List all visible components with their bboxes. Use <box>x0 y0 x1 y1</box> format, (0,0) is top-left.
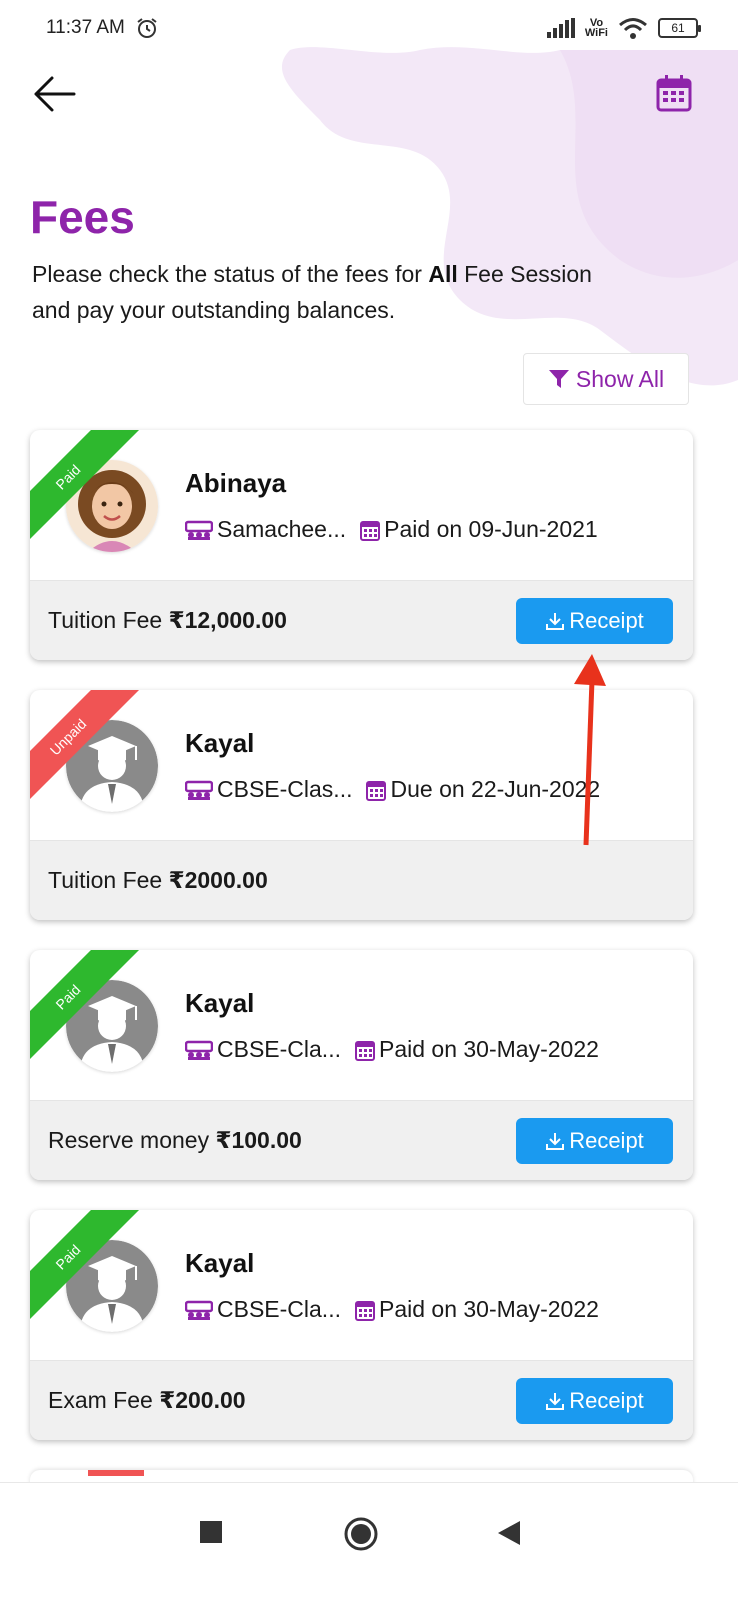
fee-type: Reserve money <box>48 1127 210 1153</box>
fee-meta: Samachee... Paid on 09-Jun-2021 <box>185 516 598 543</box>
calendar-icon <box>354 1040 375 1061</box>
fee-footer: Tuition Fee ₹2000.00 <box>30 840 693 920</box>
fee-date: Paid on 09-Jun-2021 <box>384 516 598 542</box>
class-name: CBSE-Cla... <box>217 1036 341 1062</box>
receipt-button[interactable]: Receipt <box>516 1117 673 1164</box>
show-all-filter-button[interactable]: Show All <box>523 353 689 405</box>
fee-footer: Exam Fee ₹200.00 Receipt <box>30 1360 693 1440</box>
fee-meta: CBSE-Clas... Due on 22-Jun-2022 <box>185 776 600 803</box>
back-nav-icon[interactable] <box>498 1521 520 1545</box>
status-ribbon: Paid <box>30 430 150 550</box>
class-name: CBSE-Cla... <box>217 1296 341 1322</box>
student-name: Abinaya <box>185 468 287 498</box>
student-name: Kayal <box>185 728 255 758</box>
receipt-button[interactable]: Receipt <box>516 597 673 644</box>
fee-date: Paid on 30-May-2022 <box>378 1036 599 1062</box>
page-title: Fees <box>30 191 135 243</box>
class-name: Samachee... <box>217 516 347 542</box>
receipt-label: Receipt <box>569 1387 644 1413</box>
download-icon <box>546 612 565 630</box>
status-ribbon-label: Paid <box>30 1210 144 1330</box>
status-ribbon: Paid <box>30 950 150 1070</box>
calendar-icon <box>354 1300 375 1321</box>
fee-meta: CBSE-Cla... Paid on 30-May-2022 <box>185 1036 599 1063</box>
receipt-label: Receipt <box>569 1127 644 1153</box>
vowifi-indicator: Vo WiFi <box>584 18 608 39</box>
classroom-icon <box>185 520 213 540</box>
classroom-icon <box>185 780 213 800</box>
status-ribbon-partial <box>88 1470 144 1476</box>
fee-card: Paid Abinaya Samachee... Paid on 09-Jun-… <box>30 430 693 660</box>
description-bold: All <box>428 261 458 287</box>
fee-amount: ₹100.00 <box>215 1127 302 1153</box>
fee-date: Paid on 30-May-2022 <box>378 1296 599 1322</box>
battery-indicator: 61 <box>658 18 701 38</box>
fee-type: Tuition Fee <box>48 607 163 633</box>
alarm-icon <box>137 18 157 38</box>
status-ribbon-label: Paid <box>30 950 144 1070</box>
receipt-label: Receipt <box>569 607 644 633</box>
fee-description: Tuition Fee ₹2000.00 <box>48 867 268 894</box>
description-part: Please check the status of the fees for <box>32 261 429 287</box>
wifi-icon <box>619 18 647 39</box>
filter-label: Show All <box>575 365 665 392</box>
download-icon <box>546 1392 565 1410</box>
download-icon <box>546 1132 565 1150</box>
classroom-icon <box>185 1300 213 1320</box>
status-time: 11:37 AM <box>46 17 125 38</box>
battery-level: 61 <box>671 21 685 35</box>
fee-list: Paid Abinaya Samachee... Paid on 09-Jun-… <box>30 430 693 1470</box>
status-bar: 11:37 AM Vo WiFi 61 <box>0 0 738 56</box>
fee-description: Exam Fee ₹200.00 <box>48 1387 246 1414</box>
fee-amount: ₹12,000.00 <box>168 607 287 633</box>
system-navigation-bar <box>0 1482 738 1600</box>
back-arrow-icon[interactable] <box>30 72 78 116</box>
fee-type: Tuition Fee <box>48 867 163 893</box>
fee-amount: ₹2000.00 <box>168 867 268 893</box>
fee-amount: ₹200.00 <box>159 1387 246 1413</box>
annotation-arrow <box>574 654 606 846</box>
class-name: CBSE-Clas... <box>217 776 353 802</box>
receipt-button[interactable]: Receipt <box>516 1377 673 1424</box>
fee-footer: Reserve money ₹100.00 Receipt <box>30 1100 693 1180</box>
filter-icon <box>548 370 569 388</box>
home-icon[interactable] <box>344 1517 378 1551</box>
fee-card: Paid Kayal CBSE-Cla... Paid on 30-May-20… <box>30 950 693 1180</box>
calendar-icon <box>360 520 381 541</box>
fee-meta: CBSE-Cla... Paid on 30-May-2022 <box>185 1296 599 1323</box>
fee-type: Exam Fee <box>48 1387 153 1413</box>
calendar-icon <box>366 780 387 801</box>
fee-card: Paid Kayal CBSE-Cla... Paid on 30-May-20… <box>30 1210 693 1440</box>
student-name: Kayal <box>185 1248 255 1278</box>
status-ribbon-label: Paid <box>30 430 144 550</box>
status-ribbon-label: Unpaid <box>30 690 144 810</box>
fee-description: Reserve money ₹100.00 <box>48 1127 302 1154</box>
fee-description: Tuition Fee ₹12,000.00 <box>48 607 287 634</box>
status-left: 11:37 AM <box>46 16 159 40</box>
vowifi-line2: WiFi <box>584 27 608 39</box>
classroom-icon <box>185 1040 213 1060</box>
page-description: Please check the status of the fees for … <box>32 256 592 328</box>
status-ribbon: Paid <box>30 1210 150 1330</box>
status-ribbon: Unpaid <box>30 690 150 810</box>
calendar-icon[interactable] <box>656 74 692 112</box>
status-right: Vo WiFi 61 <box>546 17 701 39</box>
fee-footer: Tuition Fee ₹12,000.00 Receipt <box>30 580 693 660</box>
student-name: Kayal <box>185 988 255 1018</box>
recent-apps-icon[interactable] <box>200 1521 222 1543</box>
signal-icon <box>546 18 575 38</box>
